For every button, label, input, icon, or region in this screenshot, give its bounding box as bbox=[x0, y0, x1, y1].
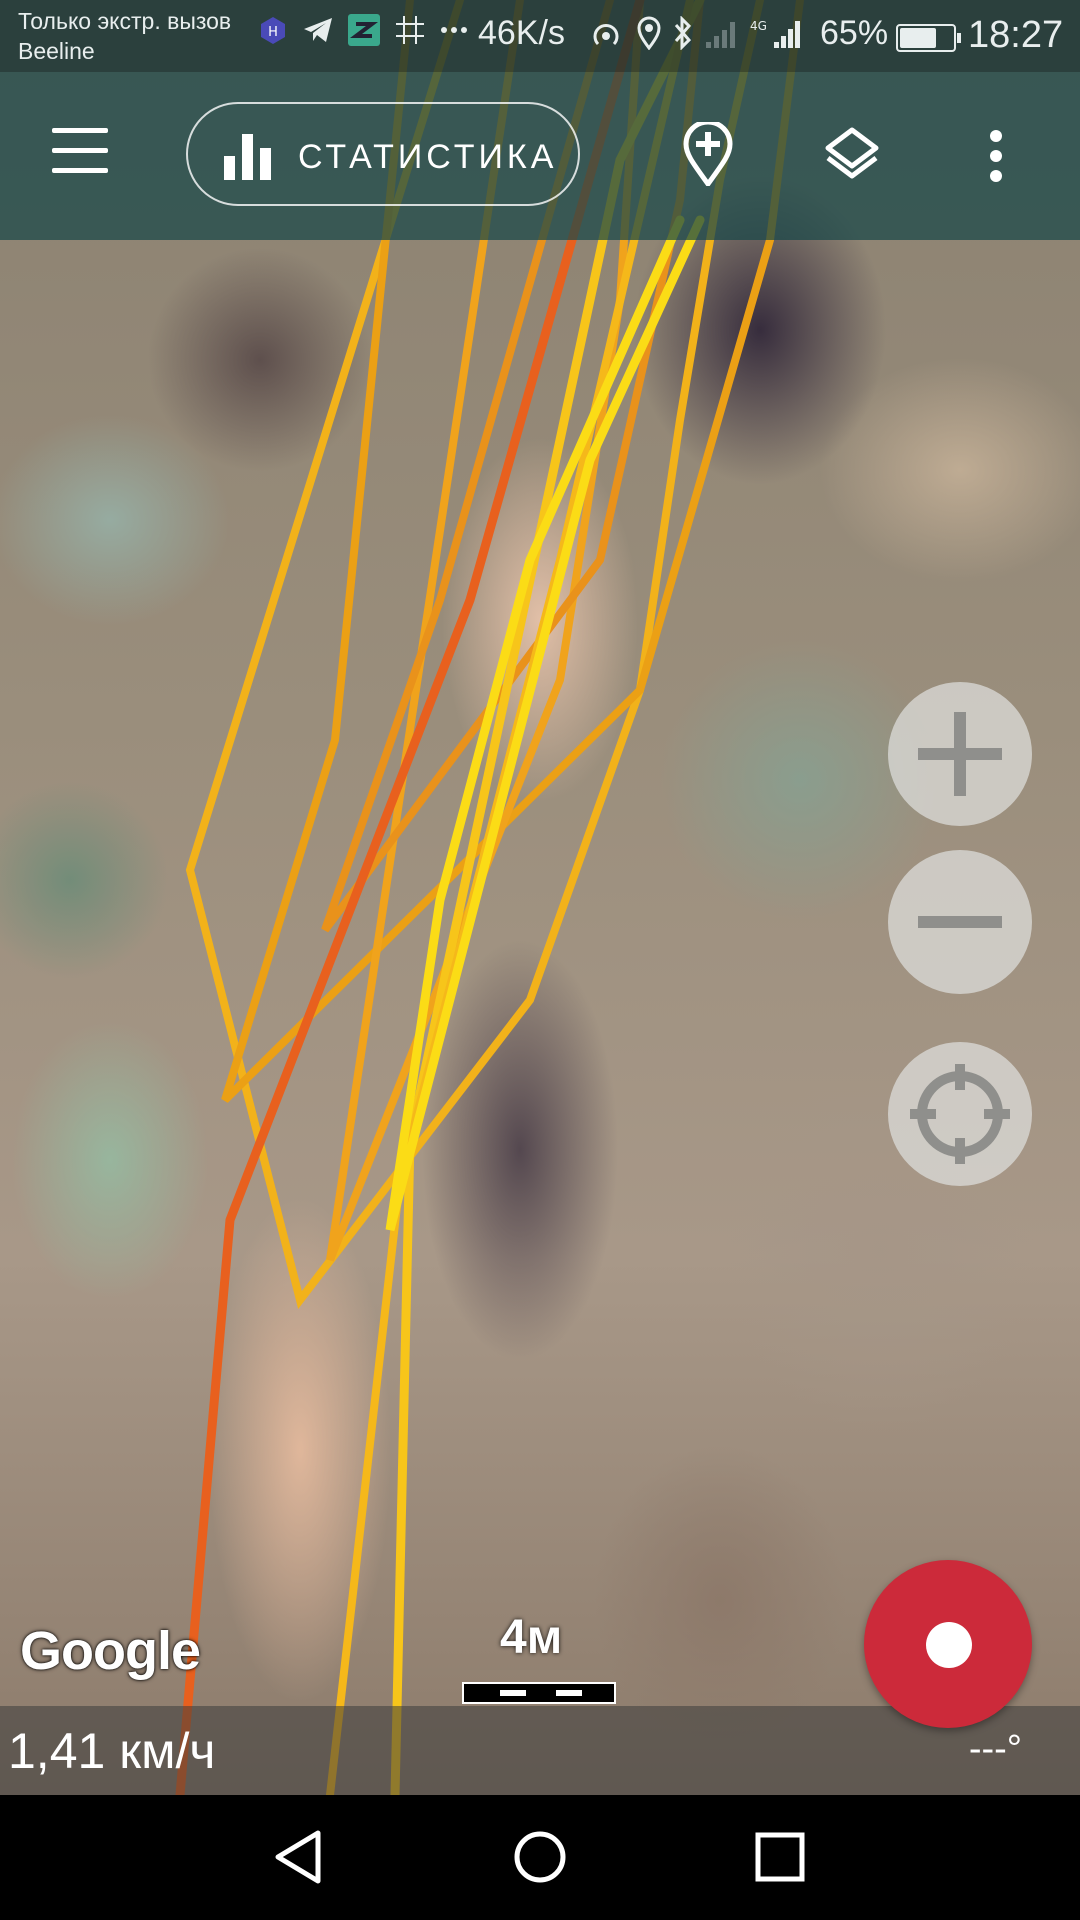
plus-icon bbox=[918, 712, 1002, 796]
navigation-bar bbox=[0, 1795, 1080, 1920]
svg-text:4G: 4G bbox=[750, 19, 767, 33]
carrier-line2: Beeline bbox=[18, 38, 95, 64]
hotspot-icon bbox=[593, 24, 619, 46]
location-icon bbox=[637, 16, 661, 50]
back-icon[interactable] bbox=[270, 1827, 330, 1887]
zoom-in-button[interactable] bbox=[888, 682, 1032, 826]
battery-fill bbox=[900, 28, 937, 48]
app-icon: H bbox=[261, 17, 285, 44]
battery-icon bbox=[896, 24, 961, 52]
statistics-button[interactable]: СТАТИСТИКА bbox=[186, 102, 580, 206]
telegram-icon bbox=[304, 18, 332, 42]
bar-chart-icon bbox=[224, 134, 271, 180]
minus-icon bbox=[918, 916, 1002, 928]
home-icon[interactable] bbox=[510, 1827, 570, 1887]
google-attribution: Google bbox=[20, 1621, 201, 1681]
heading-readout: ---° bbox=[968, 1728, 1022, 1770]
record-button[interactable] bbox=[864, 1560, 1032, 1728]
scale-label: 4м bbox=[500, 1611, 563, 1664]
statistics-label: СТАТИСТИКА bbox=[298, 138, 558, 176]
record-icon bbox=[926, 1622, 972, 1668]
scale-bar bbox=[462, 1682, 616, 1704]
menu-button[interactable] bbox=[52, 128, 112, 174]
signal-off-icon bbox=[706, 22, 735, 48]
app-icon bbox=[348, 14, 380, 46]
grid-icon bbox=[396, 16, 424, 44]
zoom-out-button[interactable] bbox=[888, 850, 1032, 994]
network-speed: 46K/s bbox=[478, 14, 565, 52]
notification-icons: H bbox=[258, 14, 468, 46]
4g-signal-icon: 4G bbox=[750, 19, 800, 48]
speed-readout: 1,41 км/ч bbox=[8, 1723, 216, 1779]
add-location-icon[interactable] bbox=[682, 122, 734, 186]
layers-icon[interactable] bbox=[824, 126, 880, 180]
bluetooth-icon bbox=[674, 16, 692, 50]
app-toolbar: СТАТИСТИКА bbox=[0, 72, 1080, 240]
my-location-button[interactable] bbox=[888, 1042, 1032, 1186]
carrier-info: Только экстр. вызов Beeline bbox=[18, 6, 231, 66]
more-vert-icon[interactable] bbox=[986, 128, 1006, 184]
carrier-line1: Только экстр. вызов bbox=[18, 8, 232, 34]
clock: 18:27 bbox=[968, 14, 1064, 56]
system-icons: 4G bbox=[590, 16, 806, 50]
battery-percent: 65% bbox=[820, 14, 889, 52]
svg-text:H: H bbox=[268, 25, 278, 40]
track-line bbox=[175, 0, 645, 1795]
more-icon bbox=[441, 27, 467, 33]
my-location-icon bbox=[910, 1064, 1010, 1164]
status-bar: Только экстр. вызов Beeline H 46K/s 4G 6… bbox=[0, 0, 1080, 72]
recents-icon[interactable] bbox=[750, 1827, 810, 1887]
